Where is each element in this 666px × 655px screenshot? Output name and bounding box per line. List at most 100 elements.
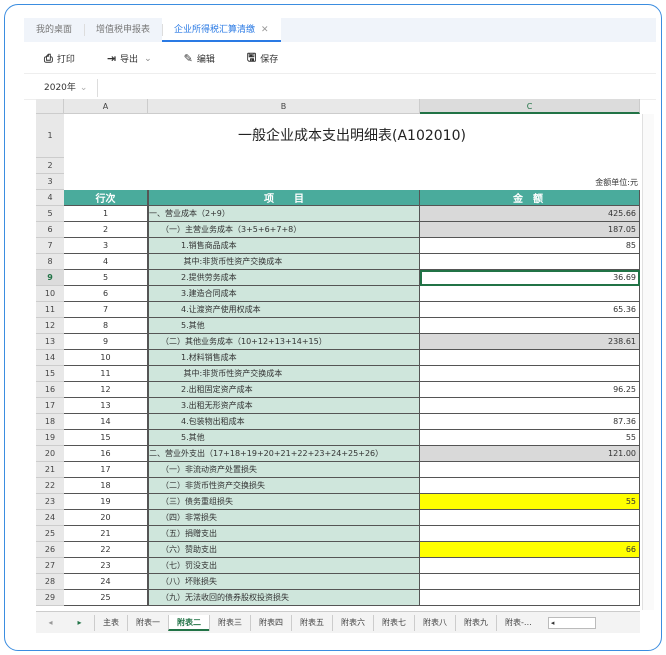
row-number-cell[interactable]: 2 — [64, 222, 148, 238]
item-cell[interactable]: 2.提供劳务成本 — [148, 270, 420, 286]
item-cell[interactable]: （五）捐赠支出 — [148, 526, 420, 542]
vertical-scrollbar[interactable] — [642, 114, 654, 610]
next-sheet-icon[interactable]: ▸ — [77, 618, 81, 627]
row-header[interactable]: 4 — [36, 190, 64, 206]
item-cell[interactable]: （八）坏账损失 — [148, 574, 420, 590]
row-header[interactable]: 9 — [36, 270, 64, 286]
column-header-c[interactable]: C — [420, 99, 640, 114]
row-number-cell[interactable]: 12 — [64, 382, 148, 398]
row-number-cell[interactable]: 20 — [64, 510, 148, 526]
row-number-cell[interactable]: 14 — [64, 414, 148, 430]
row-header[interactable]: 20 — [36, 446, 64, 462]
print-button[interactable]: ⎙ 打印 — [44, 52, 75, 66]
amount-cell[interactable] — [420, 462, 640, 478]
sheet-tab[interactable]: 附表一 — [127, 614, 168, 631]
edit-button[interactable]: ✎ 编辑 — [184, 52, 215, 65]
item-cell[interactable]: 1.销售商品成本 — [148, 238, 420, 254]
row-header[interactable]: 16 — [36, 382, 64, 398]
row-header[interactable]: 11 — [36, 302, 64, 318]
item-cell[interactable]: （二）其他业务成本（10+12+13+14+15） — [148, 334, 420, 350]
row-header[interactable]: 24 — [36, 510, 64, 526]
amount-cell[interactable]: 96.25 — [420, 382, 640, 398]
row-number-cell[interactable]: 7 — [64, 302, 148, 318]
row-header[interactable]: 12 — [36, 318, 64, 334]
row-header[interactable]: 22 — [36, 478, 64, 494]
row-header[interactable]: 3 — [36, 174, 64, 190]
save-button[interactable]: 🖫 保存 — [247, 49, 278, 68]
row-header[interactable]: 6 — [36, 222, 64, 238]
sheet-tab[interactable]: 附表四 — [250, 614, 291, 631]
amount-cell[interactable]: 55 — [420, 430, 640, 446]
select-all-corner[interactable] — [36, 99, 64, 114]
row-header[interactable]: 2 — [36, 158, 64, 174]
amount-cell[interactable]: 65.36 — [420, 302, 640, 318]
horizontal-scrollbar[interactable]: ◂ — [547, 616, 596, 629]
item-cell[interactable]: （三）债务重组损失 — [148, 494, 420, 510]
row-header[interactable]: 18 — [36, 414, 64, 430]
row-header[interactable]: 26 — [36, 542, 64, 558]
row-header[interactable]: 13 — [36, 334, 64, 350]
row-number-cell[interactable]: 21 — [64, 526, 148, 542]
item-cell[interactable]: 2.出租固定资产成本 — [148, 382, 420, 398]
row-number-cell[interactable]: 15 — [64, 430, 148, 446]
item-cell[interactable]: 一、营业成本（2+9） — [148, 206, 420, 222]
row-number-cell[interactable]: 25 — [64, 590, 148, 606]
row-header[interactable]: 14 — [36, 350, 64, 366]
amount-cell[interactable] — [420, 526, 640, 542]
item-cell[interactable]: 其中:非货币性资产交换成本 — [148, 366, 420, 382]
row-header[interactable]: 17 — [36, 398, 64, 414]
row-number-cell[interactable]: 18 — [64, 478, 148, 494]
item-cell[interactable]: 4.让渡资产使用权成本 — [148, 302, 420, 318]
row-header[interactable]: 10 — [36, 286, 64, 302]
row-number-cell[interactable]: 8 — [64, 318, 148, 334]
amount-cell[interactable] — [420, 398, 640, 414]
year-select[interactable]: 2020年 ⌄ — [24, 78, 99, 97]
row-number-cell[interactable]: 24 — [64, 574, 148, 590]
column-header-b[interactable]: B — [148, 99, 420, 114]
amount-cell[interactable]: 87.36 — [420, 414, 640, 430]
item-cell[interactable]: 5.其他 — [148, 430, 420, 446]
amount-cell[interactable] — [420, 590, 640, 606]
row-number-cell[interactable]: 6 — [64, 286, 148, 302]
sheet-tab[interactable]: 附表二 — [168, 614, 209, 631]
row-header[interactable]: 5 — [36, 206, 64, 222]
amount-cell[interactable]: 425.66 — [420, 206, 640, 222]
item-cell[interactable]: （二）非货币性资产交换损失 — [148, 478, 420, 494]
item-cell[interactable]: 3.出租无形资产成本 — [148, 398, 420, 414]
amount-cell[interactable] — [420, 318, 640, 334]
row-header[interactable]: 28 — [36, 574, 64, 590]
row-header[interactable]: 7 — [36, 238, 64, 254]
amount-cell[interactable] — [420, 286, 640, 302]
close-icon[interactable]: ✕ — [261, 25, 269, 35]
row-number-cell[interactable]: 5 — [64, 270, 148, 286]
export-button[interactable]: ⇥ 导出 ⌄ — [107, 52, 152, 65]
amount-cell[interactable]: 121.00 — [420, 446, 640, 462]
row-header[interactable]: 27 — [36, 558, 64, 574]
amount-cell[interactable] — [420, 558, 640, 574]
row-number-cell[interactable]: 1 — [64, 206, 148, 222]
item-cell[interactable]: （四）非常损失 — [148, 510, 420, 526]
row-number-cell[interactable]: 22 — [64, 542, 148, 558]
item-cell[interactable]: 其中:非货币性资产交换成本 — [148, 254, 420, 270]
row-number-cell[interactable]: 16 — [64, 446, 148, 462]
column-header-a[interactable]: A — [64, 99, 148, 114]
sheet-tab[interactable]: 附表七 — [373, 614, 414, 631]
item-cell[interactable]: （九）无法收回的债券股权投资损失 — [148, 590, 420, 606]
item-cell[interactable]: （七）罚没支出 — [148, 558, 420, 574]
amount-cell[interactable] — [420, 478, 640, 494]
item-cell[interactable]: （六）赞助支出 — [148, 542, 420, 558]
item-cell[interactable]: 5.其他 — [148, 318, 420, 334]
sheet-tab[interactable]: 附表-… — [496, 614, 540, 631]
row-number-cell[interactable]: 3 — [64, 238, 148, 254]
prev-sheet-icon[interactable]: ◂ — [48, 618, 52, 627]
row-number-cell[interactable]: 19 — [64, 494, 148, 510]
row-header[interactable]: 21 — [36, 462, 64, 478]
row-header[interactable]: 23 — [36, 494, 64, 510]
amount-cell[interactable] — [420, 350, 640, 366]
item-cell[interactable]: （一）非流动资产处置损失 — [148, 462, 420, 478]
item-cell[interactable]: 4.包装物出租成本 — [148, 414, 420, 430]
row-number-cell[interactable]: 17 — [64, 462, 148, 478]
row-number-cell[interactable]: 23 — [64, 558, 148, 574]
amount-cell[interactable]: 238.61 — [420, 334, 640, 350]
row-number-cell[interactable]: 4 — [64, 254, 148, 270]
